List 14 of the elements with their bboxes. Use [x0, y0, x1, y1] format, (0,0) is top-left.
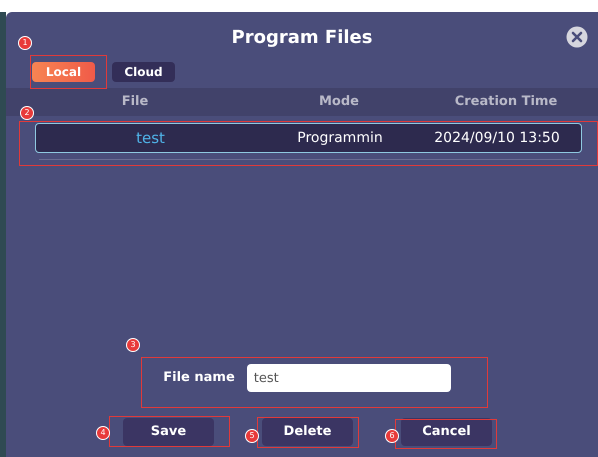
action-button[interactable]: Save [123, 418, 214, 446]
action-button[interactable]: Delete [262, 418, 353, 446]
close-icon[interactable] [566, 26, 588, 48]
tab[interactable]: Cloud [112, 62, 175, 82]
file-row[interactable]: test Programmin 2024/09/10 13:50 [35, 123, 582, 153]
dialog-title: Program Files [232, 26, 372, 50]
file-name-field[interactable]: test [246, 364, 451, 392]
file-name-label: File name [163, 369, 235, 388]
table-cell-text: test [135, 128, 166, 149]
action-button[interactable]: Cancel [401, 418, 492, 446]
table-cell-text: Programmin [296, 128, 384, 148]
column-header: Mode [318, 93, 360, 112]
table-cell-text: 2024/09/10 13:50 [433, 128, 561, 148]
column-header: Creation Time [454, 93, 558, 112]
